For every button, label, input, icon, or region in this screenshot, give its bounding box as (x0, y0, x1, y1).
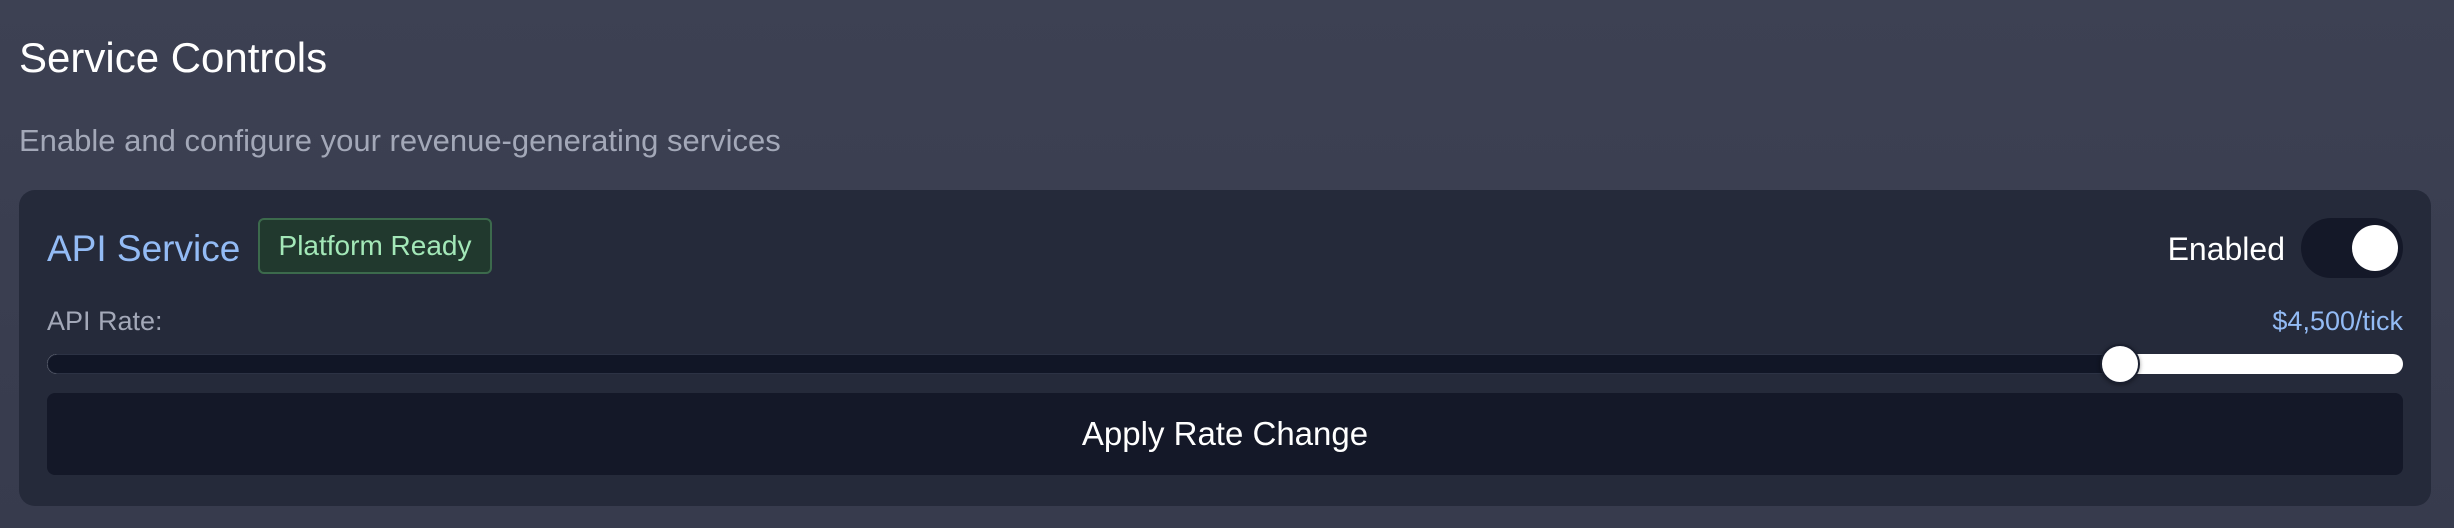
status-badge: Platform Ready (258, 218, 492, 274)
service-toggle[interactable] (2301, 218, 2403, 278)
rate-value: $4,500/tick (2272, 306, 2403, 336)
toggle-label: Enabled (2167, 231, 2285, 267)
page-subtitle: Enable and configure your revenue-genera… (19, 123, 781, 158)
page-title: Service Controls (19, 34, 328, 81)
slider-thumb[interactable] (2100, 344, 2141, 384)
service-title: API Service (47, 228, 241, 269)
apply-rate-change-button[interactable]: Apply Rate Change (47, 393, 2403, 475)
slider-track[interactable] (47, 354, 2403, 374)
toggle-knob (2352, 225, 2398, 271)
rate-label: API Rate: (47, 306, 163, 336)
rate-slider[interactable] (47, 344, 2403, 384)
service-card: API Service Platform Ready Enabled API R… (19, 190, 2431, 506)
slider-fill (47, 354, 2121, 374)
